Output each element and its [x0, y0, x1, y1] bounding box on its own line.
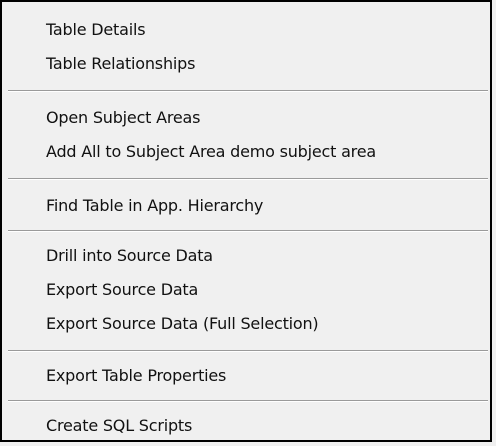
- menu-item-open-subject-areas[interactable]: Open Subject Areas: [46, 106, 200, 130]
- menu-item-export-source-data-full[interactable]: Export Source Data (Full Selection): [46, 312, 319, 336]
- menu-separator: [8, 230, 488, 232]
- menu-item-table-details[interactable]: Table Details: [46, 18, 146, 42]
- menu-separator: [8, 90, 488, 92]
- menu-item-table-relationships[interactable]: Table Relationships: [46, 52, 195, 76]
- menu-separator: [8, 350, 488, 352]
- menu-separator: [8, 178, 488, 180]
- menu-separator: [8, 400, 488, 402]
- menu-item-drill-into-source-data[interactable]: Drill into Source Data: [46, 244, 213, 268]
- menu-item-export-table-properties[interactable]: Export Table Properties: [46, 364, 226, 388]
- menu-item-create-sql-scripts[interactable]: Create SQL Scripts: [46, 414, 192, 438]
- menu-item-find-table-in-hierarchy[interactable]: Find Table in App. Hierarchy: [46, 194, 263, 218]
- context-menu: Table Details Table Relationships Open S…: [0, 0, 492, 442]
- menu-item-export-source-data[interactable]: Export Source Data: [46, 278, 198, 302]
- menu-item-add-all-to-subject-area[interactable]: Add All to Subject Area demo subject are…: [46, 140, 376, 164]
